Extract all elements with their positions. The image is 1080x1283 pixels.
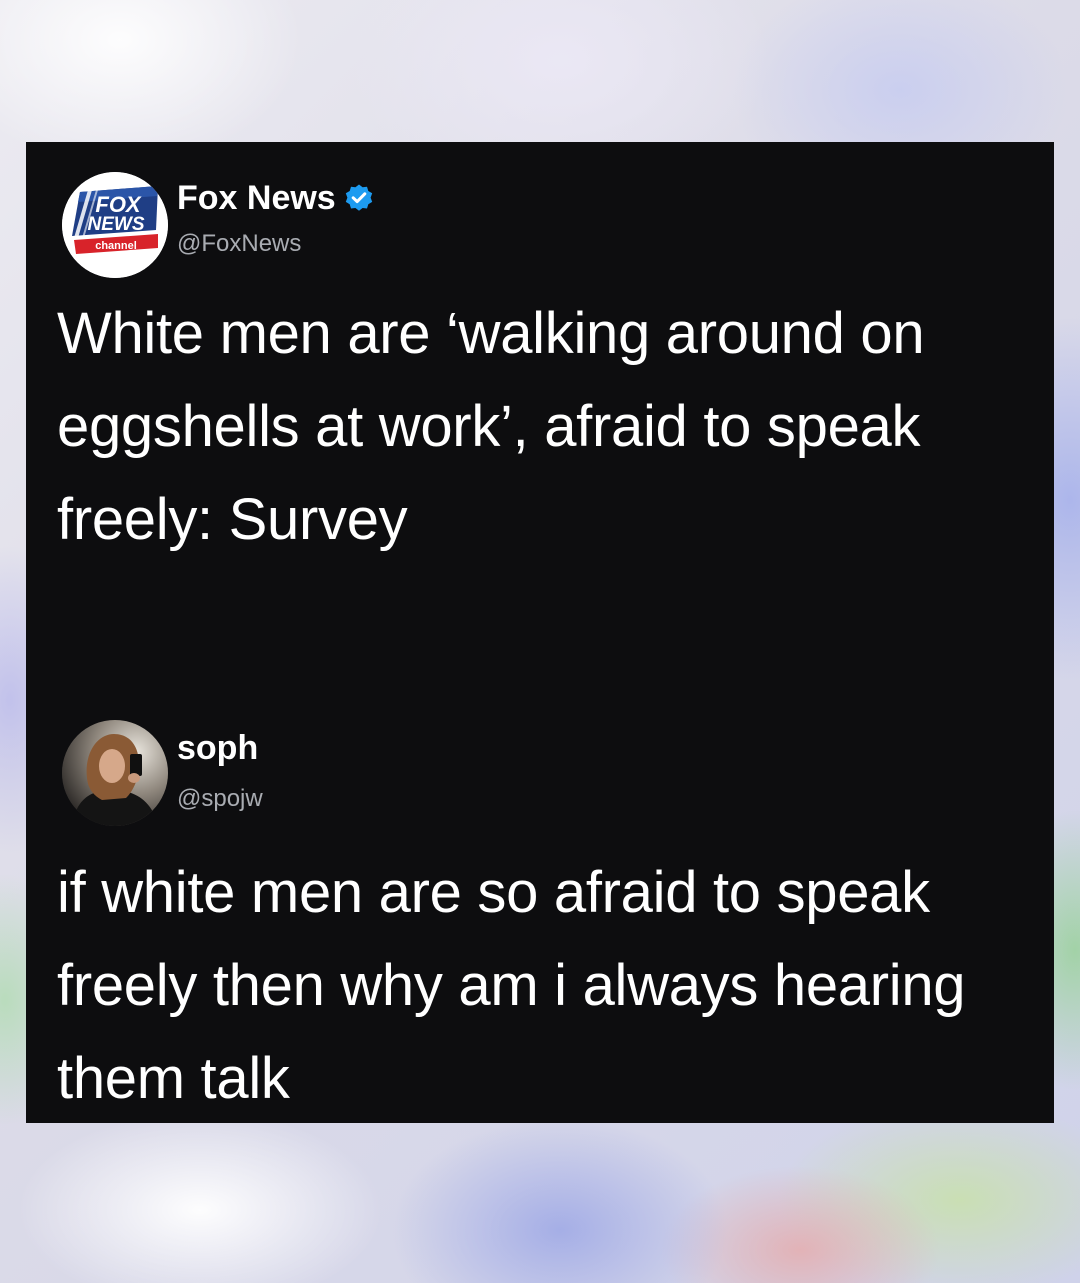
avatar[interactable]: FOX NEWS channel — [62, 172, 168, 278]
author-name-row: soph — [177, 728, 258, 768]
verified-badge-icon — [345, 184, 372, 211]
tweet-text: if white men are so afraid to speak free… — [57, 860, 966, 1111]
avatar[interactable] — [62, 720, 168, 826]
author-handle[interactable]: @FoxNews — [177, 230, 301, 258]
author-handle[interactable]: @spojw — [177, 785, 263, 813]
author-display-name[interactable]: soph — [177, 728, 258, 768]
svg-text:NEWS: NEWS — [88, 214, 145, 235]
tweet-screenshot-card: FOX NEWS channel Fox News @FoxNews White… — [26, 142, 1054, 1123]
profile-photo-icon — [62, 720, 168, 826]
author-display-name[interactable]: Fox News — [177, 178, 336, 218]
tweet-text: White men are ‘walking around on eggshel… — [57, 301, 925, 552]
fox-news-logo-icon: FOX NEWS channel — [62, 172, 168, 278]
author-name-row: Fox News — [177, 178, 374, 218]
svg-text:channel: channel — [95, 240, 137, 252]
